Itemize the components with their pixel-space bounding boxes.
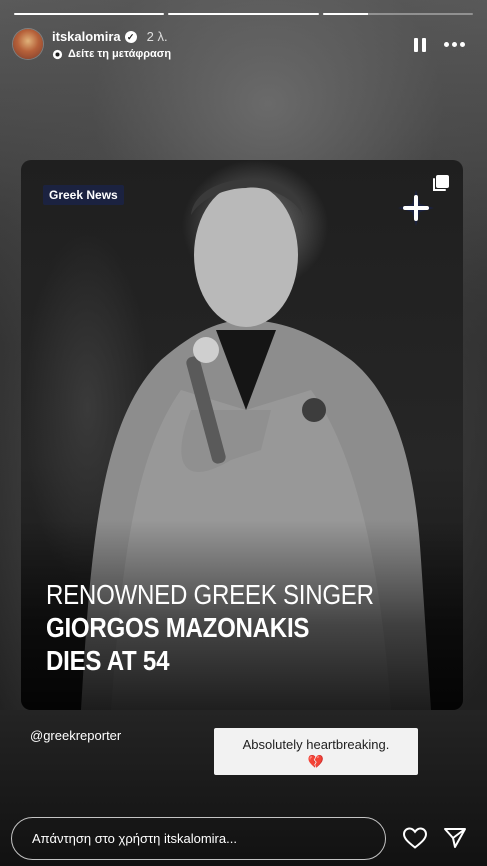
caption-sticker: Absolutely heartbreaking. 💔 xyxy=(214,728,418,775)
headline-line: DIES AT 54 xyxy=(46,645,170,676)
avatar[interactable] xyxy=(13,29,43,59)
verified-badge-icon: ✓ xyxy=(124,30,137,43)
headline-line: RENOWNED GREEK SINGER xyxy=(46,579,374,610)
progress-fill xyxy=(168,13,319,15)
more-options-icon[interactable] xyxy=(444,42,465,47)
reply-input[interactable]: Απάντηση στο χρήστη itskalomira... xyxy=(11,817,386,860)
translate-icon xyxy=(52,49,63,59)
story-post-card[interactable]: Greek News RENOWNED GREEK SINGER GIORGOS… xyxy=(21,160,463,710)
mention-sticker[interactable]: @greekreporter xyxy=(30,728,121,743)
translate-label[interactable]: Δείτε τη μετάφραση xyxy=(68,48,171,60)
progress-fill xyxy=(322,13,368,15)
progress-segment xyxy=(14,13,165,15)
progress-segment xyxy=(168,13,319,15)
multiple-images-icon xyxy=(433,175,449,191)
story-author[interactable]: itskalomira ✓ 2 λ. xyxy=(52,29,168,44)
headline-line: GIORGOS MAZONAKIS xyxy=(46,612,310,643)
caption-text: Absolutely heartbreaking. xyxy=(242,737,390,752)
story-progress xyxy=(14,13,473,15)
progress-fill xyxy=(14,13,165,15)
username[interactable]: itskalomira xyxy=(52,29,121,44)
reply-placeholder[interactable]: Απάντηση στο χρήστη itskalomira... xyxy=(32,831,237,846)
star-logo-icon xyxy=(398,190,434,226)
translate-link[interactable]: Δείτε τη μετάφραση xyxy=(52,48,171,60)
post-time: 2 λ. xyxy=(146,29,168,44)
pause-icon[interactable] xyxy=(413,38,427,52)
category-badge: Greek News xyxy=(43,185,124,205)
headline: RENOWNED GREEK SINGER GIORGOS MAZONAKIS … xyxy=(46,578,427,677)
progress-segment xyxy=(322,13,473,15)
broken-heart-emoji: 💔 xyxy=(307,754,325,769)
send-icon[interactable] xyxy=(443,826,467,850)
heart-icon[interactable] xyxy=(402,826,428,850)
